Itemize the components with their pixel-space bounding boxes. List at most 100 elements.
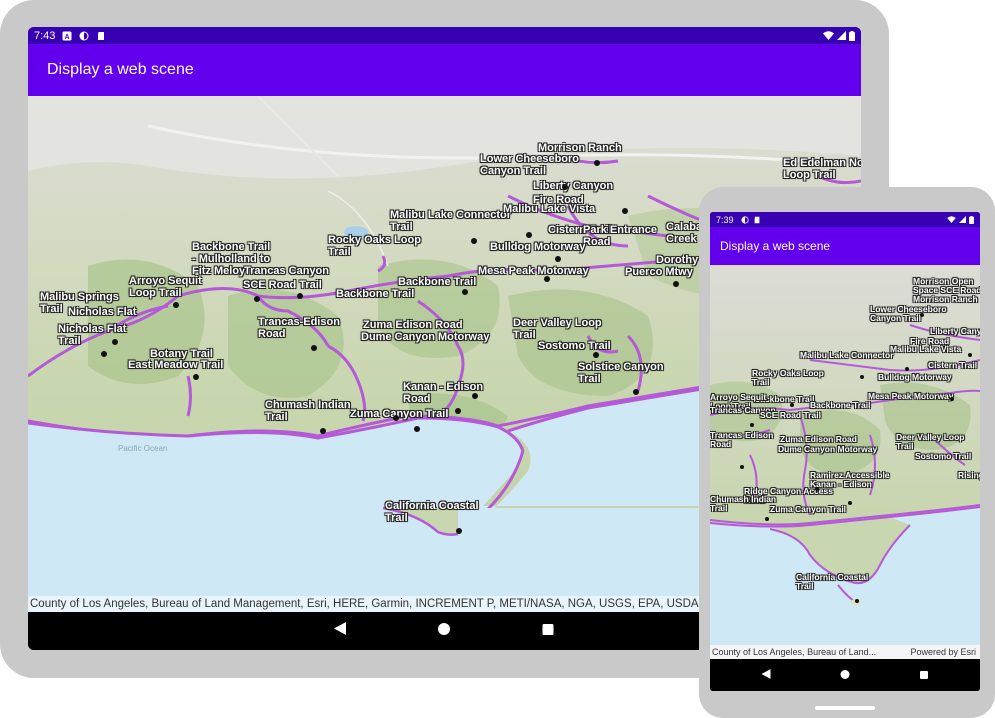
trailhead-marker[interactable] <box>455 408 461 414</box>
trail-label[interactable]: Deer Valley Loop Trail <box>513 317 602 341</box>
trail-label[interactable]: Backbone Trail <box>398 276 476 288</box>
trail-label[interactable]: Cistern Trail <box>928 361 977 370</box>
trailhead-marker[interactable] <box>860 375 864 379</box>
trailhead-marker[interactable] <box>320 428 326 434</box>
trail-label[interactable]: Zuma Canyon Trail <box>770 505 846 514</box>
trail-label[interactable]: Backbone Trail <box>336 288 414 300</box>
trail-label[interactable]: Rocky Oaks Loop Trail <box>328 234 421 258</box>
trailhead-marker[interactable] <box>173 302 179 308</box>
trailhead-marker[interactable] <box>750 423 754 427</box>
trailhead-marker[interactable] <box>633 389 639 395</box>
trail-label[interactable]: Lower Cheeseboro Canyon Trail <box>870 305 947 323</box>
trail-label[interactable]: Malibu Lake Connector Trail <box>390 209 511 233</box>
trailhead-marker[interactable] <box>471 238 477 244</box>
trail-label[interactable]: Morrison Open Space SCE Road Morrison Ra… <box>913 277 980 304</box>
scene-view[interactable]: Morrison Open Space SCE Road Morrison Ra… <box>710 265 980 659</box>
powered-by-esri-link[interactable]: Powered by Esri <box>910 647 976 657</box>
trailhead-marker[interactable] <box>968 353 972 357</box>
phone-screen: 7:39 Display a web scene Morrison Open S… <box>710 212 980 691</box>
trailhead-marker[interactable] <box>112 339 118 345</box>
trail-label[interactable]: Ed Edelman No Loop Trail <box>783 157 861 181</box>
trailhead-marker[interactable] <box>393 415 399 421</box>
back-button[interactable] <box>334 622 346 640</box>
trail-label[interactable]: Malibu Lake Vista <box>503 203 595 215</box>
trail-label[interactable]: Sostomo Trail <box>538 340 611 352</box>
trail-label[interactable]: SCE Road Trail <box>243 279 322 291</box>
trail-label[interactable]: Backbone Trail <box>810 401 870 410</box>
trailhead-marker[interactable] <box>593 352 599 358</box>
trail-label[interactable]: Liberty Canyon <box>533 180 613 192</box>
phone-device-frame: 7:39 Display a web scene Morrison Open S… <box>699 187 995 718</box>
trailhead-marker[interactable] <box>815 487 819 491</box>
trailhead-marker[interactable] <box>920 313 924 317</box>
trailhead-marker[interactable] <box>594 160 600 166</box>
trailhead-marker[interactable] <box>905 367 909 371</box>
navigation-bar <box>710 659 980 691</box>
trailhead-marker[interactable] <box>193 374 199 380</box>
trail-label[interactable]: Liberty Canyon <box>930 327 980 336</box>
trail-label[interactable]: Zuma Edison Road <box>780 435 857 444</box>
trail-label[interactable]: Mesa Peak Motorway <box>478 265 589 277</box>
trail-label[interactable]: Bulldog Motorway <box>490 241 585 253</box>
trail-label[interactable]: Malibu Lake Connector <box>800 351 894 360</box>
trail-label[interactable]: Chumash Indian Trail <box>265 399 351 423</box>
trailhead-marker[interactable] <box>462 289 468 295</box>
trail-label[interactable]: Dume Canyon Motorway <box>778 445 877 454</box>
trail-label[interactable]: Mesa Peak Motorway <box>868 392 954 401</box>
trail-label[interactable]: Sostomo Trail <box>915 452 971 461</box>
home-button[interactable] <box>840 666 850 684</box>
trail-label[interactable]: Zuma Canyon Trail <box>350 408 448 420</box>
status-right-icons <box>823 27 855 44</box>
battery-icon <box>849 30 855 41</box>
trail-label[interactable]: Rising Sun T <box>958 471 980 480</box>
trail-label[interactable]: Solstice Canyon Trail <box>578 361 664 385</box>
trail-label[interactable]: Chumash Indian Trail <box>710 495 776 513</box>
trailhead-marker[interactable] <box>848 501 852 505</box>
trailhead-marker[interactable] <box>414 426 420 432</box>
trailhead-marker[interactable] <box>555 256 561 262</box>
trailhead-marker[interactable] <box>297 293 303 299</box>
trailhead-marker[interactable] <box>740 465 744 469</box>
trail-label[interactable]: Bulldog Motorway <box>878 373 952 382</box>
trail-label[interactable]: Nicholas Flat <box>68 306 136 318</box>
trail-label[interactable]: Malibu Lake Vista <box>890 345 961 354</box>
trailhead-marker[interactable] <box>855 599 859 603</box>
trailhead-marker[interactable] <box>790 403 794 407</box>
trailhead-marker[interactable] <box>254 296 260 302</box>
trail-label[interactable]: Lower Cheeseboro Canyon Trail <box>480 153 579 177</box>
trail-label[interactable]: Dume Canyon Motorway <box>361 331 489 343</box>
back-button[interactable] <box>761 666 771 684</box>
home-button[interactable] <box>438 622 450 640</box>
trail-label[interactable]: Trancas-Edison Road <box>258 316 340 340</box>
trail-label[interactable]: Trancas-Edison Road <box>710 431 773 449</box>
trailhead-marker[interactable] <box>456 528 462 534</box>
trailhead-marker[interactable] <box>673 281 679 287</box>
trailhead-marker[interactable] <box>101 351 107 357</box>
trail-label[interactable]: California Coastal Trail <box>796 573 868 591</box>
trail-label[interactable]: Calaba Creek <box>666 221 702 245</box>
recents-button[interactable] <box>542 622 554 640</box>
trail-label[interactable]: Zuma Edison Road <box>363 319 463 331</box>
battery-icon <box>969 215 974 224</box>
trailhead-marker[interactable] <box>562 184 568 190</box>
trailhead-marker[interactable] <box>950 397 954 401</box>
trail-label[interactable]: Arroyo Sequit Loop Trail <box>129 275 202 299</box>
trailhead-marker[interactable] <box>472 393 478 399</box>
trailhead-marker[interactable] <box>544 276 550 282</box>
trail-label[interactable]: Park Entrance Road <box>583 224 657 248</box>
trail-label[interactable]: Rocky Oaks Loop Trail <box>752 369 824 387</box>
trailhead-marker[interactable] <box>622 208 628 214</box>
trail-label[interactable]: East Meadow Trail <box>128 359 223 371</box>
trail-label[interactable]: Deer Valley Loop Trail <box>896 433 965 451</box>
trail-label[interactable]: SCE Road Trail <box>760 411 821 420</box>
terrain-map-graphic <box>710 265 980 659</box>
recents-button[interactable] <box>920 666 928 684</box>
status-time: 7:43 <box>34 29 56 42</box>
trailhead-marker[interactable] <box>765 517 769 521</box>
trail-label[interactable]: Kanan - Edison Road <box>403 381 483 405</box>
trail-label[interactable]: California Coastal Trail <box>385 500 479 524</box>
trailhead-marker[interactable] <box>526 232 532 238</box>
trail-label[interactable]: Trancas Canyon <box>244 265 329 277</box>
trail-label[interactable]: Puerco Mtwy <box>625 266 693 278</box>
trailhead-marker[interactable] <box>311 345 317 351</box>
